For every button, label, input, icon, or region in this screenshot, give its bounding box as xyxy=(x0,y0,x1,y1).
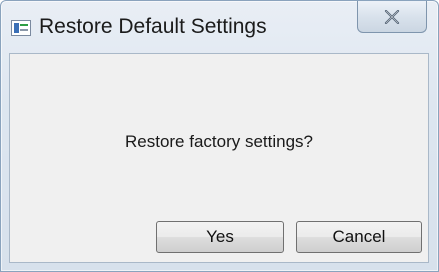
confirmation-message: Restore factory settings? xyxy=(124,132,314,151)
settings-window-icon xyxy=(11,20,31,36)
dialog-window: Restore Default Settings Restore factory… xyxy=(0,0,439,272)
window-title: Restore Default Settings xyxy=(39,15,267,38)
close-button[interactable] xyxy=(357,1,427,33)
cancel-button[interactable]: Cancel xyxy=(296,221,422,253)
title-bar[interactable]: Restore Default Settings xyxy=(1,1,438,53)
close-icon xyxy=(384,9,400,24)
yes-button[interactable]: Yes xyxy=(156,221,284,253)
dialog-body: Restore factory settings? Yes Cancel xyxy=(9,53,429,263)
